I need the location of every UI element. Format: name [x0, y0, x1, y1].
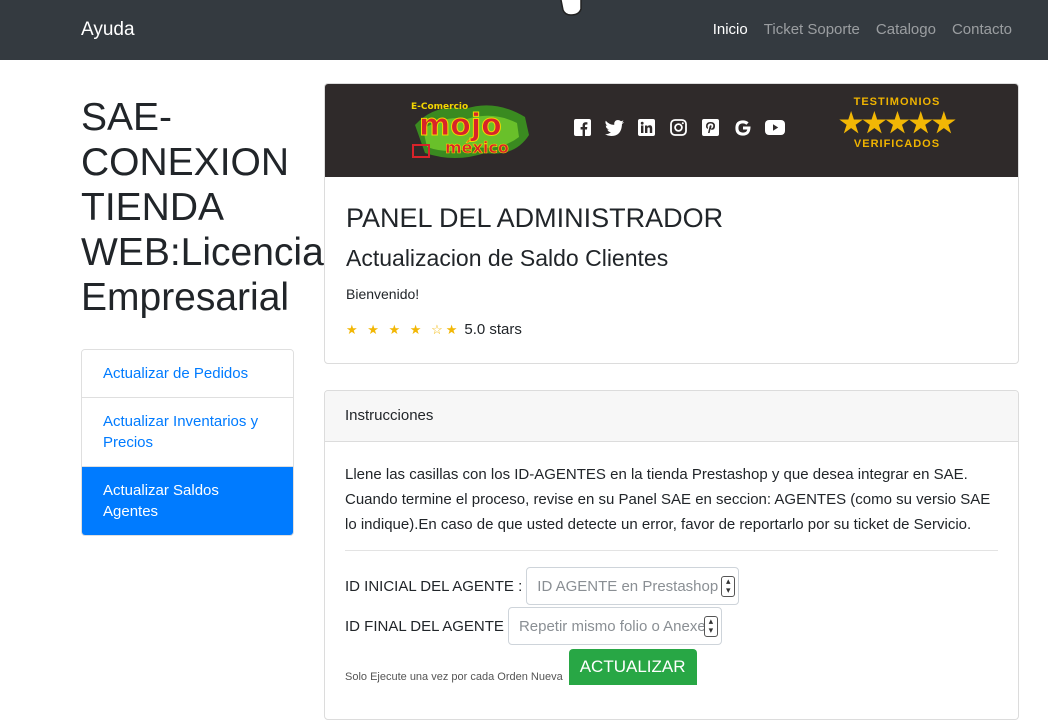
side-menu-item-pedidos[interactable]: Actualizar de Pedidos: [82, 350, 293, 398]
initial-agent-label: ID INICIAL DEL AGENTE :: [345, 577, 523, 595]
facebook-icon[interactable]: [572, 117, 593, 138]
initial-agent-input[interactable]: ID AGENTE en Prestashop ▴ ▾: [526, 567, 740, 605]
side-menu: Actualizar de Pedidos Actualizar Inventa…: [81, 349, 294, 536]
spinner-icon[interactable]: ▴ ▾: [721, 576, 736, 597]
instructions-body: Llene las casillas con los ID-AGENTES en…: [325, 442, 1018, 685]
page-title: SAE- CONEXION TIENDA WEB:Licencia Empres…: [81, 96, 324, 319]
rating: ★ ★ ★ ★ ☆★ 5.0 stars: [346, 321, 997, 338]
mojo-mexico-logo[interactable]: E-Comercio mojo méxico: [405, 95, 533, 167]
youtube-icon[interactable]: [764, 117, 785, 138]
execute-note: Solo Ejecute una vez por cada Orden Nuev…: [345, 671, 563, 683]
instagram-icon[interactable]: [668, 117, 689, 138]
admin-panel-body: PANEL DEL ADMINISTRADOR Actualizacion de…: [325, 177, 1018, 358]
testimonios-label: TESTIMONIOS: [853, 96, 941, 108]
side-menu-item-saldos-agentes[interactable]: Actualizar Saldos Agentes: [82, 467, 293, 535]
hand-cursor-icon: [560, 0, 582, 16]
final-agent-row: ID FINAL DEL AGENTE Repetir mismo folio …: [345, 607, 998, 645]
svg-text:méxico: méxico: [445, 138, 509, 157]
instructions-text: Llene las casillas con los ID-AGENTES en…: [345, 466, 991, 533]
final-agent-label: ID FINAL DEL AGENTE: [345, 617, 504, 635]
instructions-header: Instrucciones: [325, 391, 1018, 442]
action-row: Solo Ejecute una vez por cada Orden Nuev…: [345, 649, 998, 685]
navbar-brand[interactable]: Ayuda: [81, 19, 135, 41]
social-icons: [572, 117, 785, 138]
google-icon[interactable]: [732, 117, 753, 138]
nav-link-ticket-soporte[interactable]: Ticket Soporte: [764, 21, 860, 38]
divider: [345, 550, 998, 551]
navbar-links: Inicio Ticket Soporte Catalogo Contacto: [713, 21, 1012, 38]
spinner-icon[interactable]: ▴ ▾: [703, 616, 718, 637]
testimonios-stars: ★★★★★: [838, 108, 956, 138]
nav-link-inicio[interactable]: Inicio: [713, 21, 748, 38]
welcome-text: Bienvenido!: [346, 286, 420, 302]
panel-subtitle: Actualizacion de Saldo Clientes: [346, 245, 669, 271]
testimonios-badge[interactable]: TESTIMONIOS ★★★★★ VERIFICADOS: [837, 96, 957, 150]
final-agent-input[interactable]: Repetir mismo folio o Anexe ▴ ▾: [507, 607, 722, 645]
verificados-label: VERIFICADOS: [853, 138, 941, 150]
final-agent-placeholder: Repetir mismo folio o Anexe: [518, 617, 706, 635]
pinterest-icon[interactable]: [700, 117, 721, 138]
nav-link-contacto[interactable]: Contacto: [952, 21, 1012, 38]
panel-title: PANEL DEL ADMINISTRADOR: [346, 203, 724, 233]
rating-text: 5.0 stars: [464, 321, 522, 338]
actualizar-button[interactable]: ACTUALIZAR: [568, 649, 697, 685]
side-menu-item-inventarios[interactable]: Actualizar Inventarios y Precios: [82, 398, 293, 467]
initial-agent-row: ID INICIAL DEL AGENTE : ID AGENTE en Pre…: [345, 567, 998, 605]
admin-panel-card: E-Comercio mojo méxico TESTIMONIOS ★★★★★…: [324, 83, 1019, 364]
rating-stars: ★ ★ ★ ★ ☆★: [346, 321, 461, 337]
nav-link-catalogo[interactable]: Catalogo: [876, 21, 936, 38]
twitter-icon[interactable]: [604, 117, 625, 138]
instructions-card: Instrucciones Llene las casillas con los…: [324, 390, 1019, 720]
linkedin-icon[interactable]: [636, 117, 657, 138]
brand-banner: E-Comercio mojo méxico TESTIMONIOS ★★★★★…: [325, 84, 1018, 177]
top-navbar: Ayuda Inicio Ticket Soporte Catalogo Con…: [0, 0, 1048, 60]
initial-agent-placeholder: ID AGENTE en Prestashop: [537, 577, 719, 595]
